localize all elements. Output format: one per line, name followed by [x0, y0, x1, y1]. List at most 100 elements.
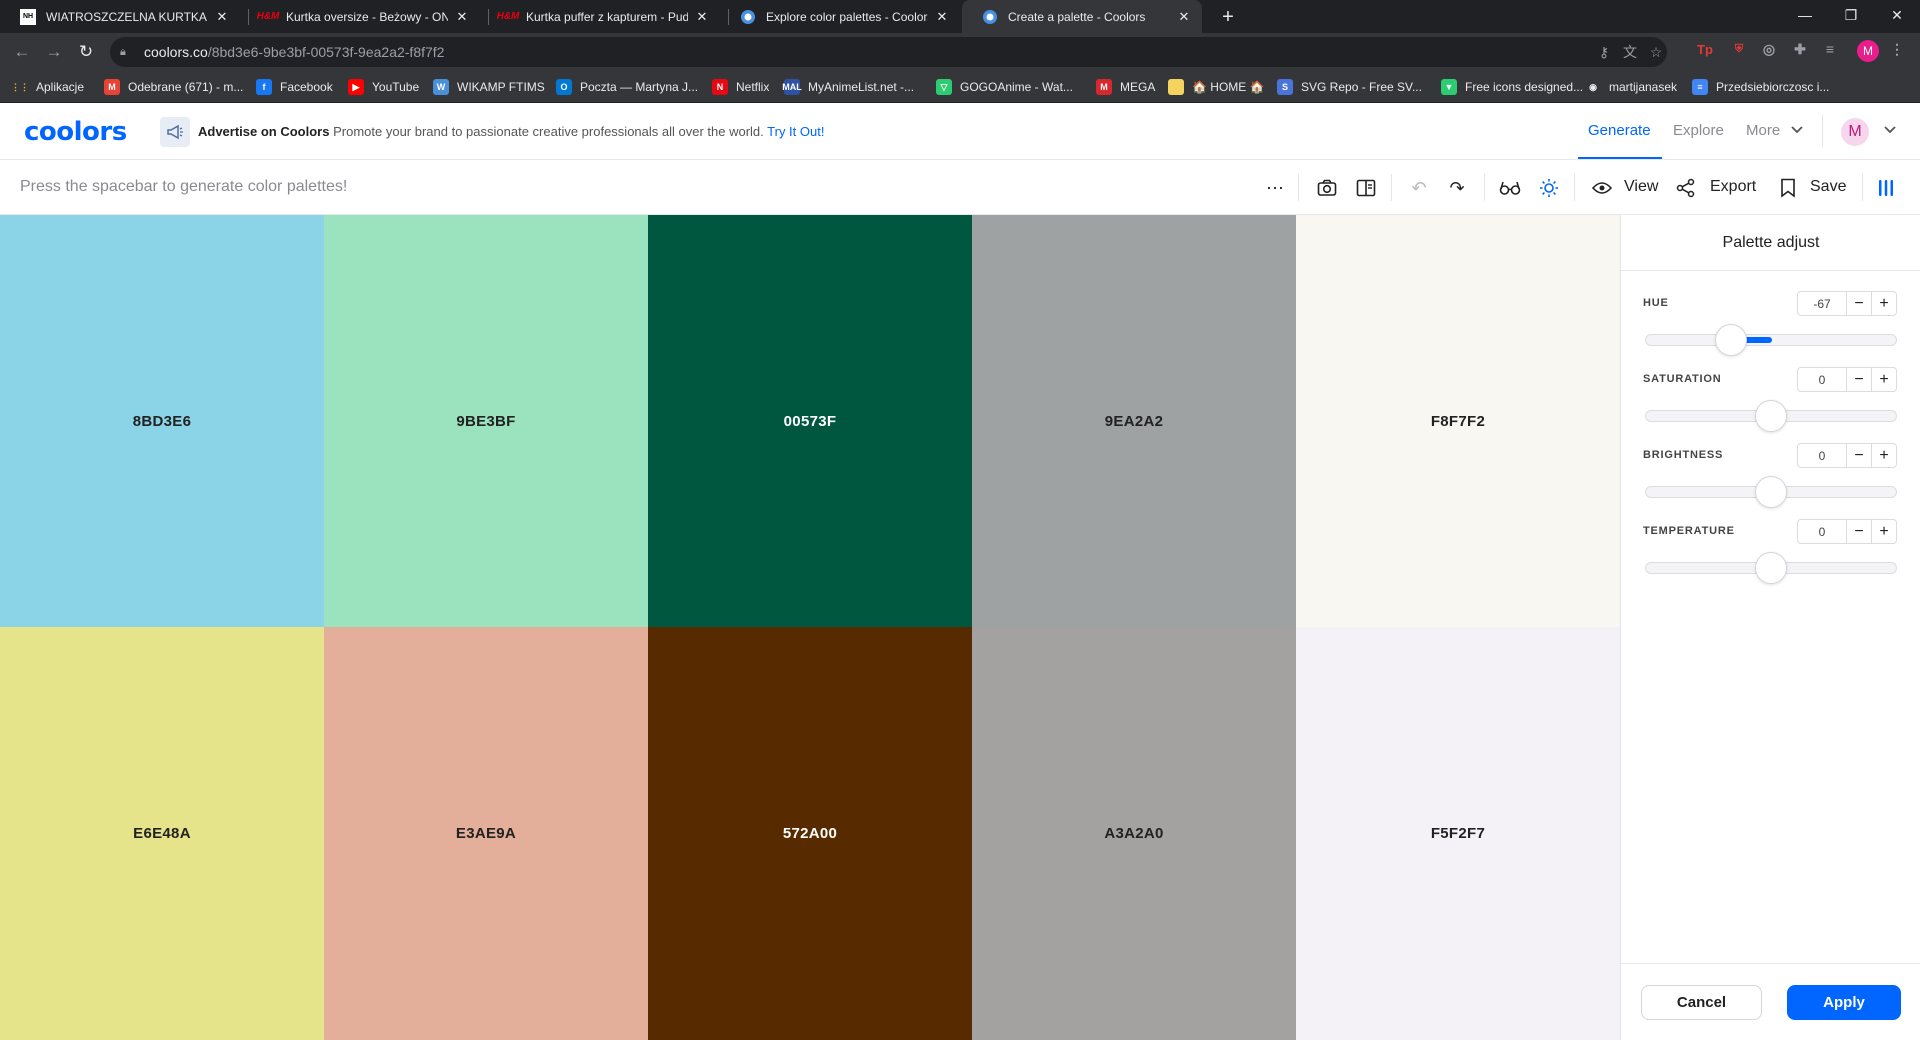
account-chevron-down-icon[interactable]	[1884, 123, 1896, 137]
address-bar[interactable]: 🔒︎ coolors.co/8bd3e6-9be3bf-00573f-9ea2a…	[110, 37, 1667, 67]
restore-icon[interactable]: ❐	[1828, 0, 1874, 30]
bookmark-item[interactable]: M MEGA	[1096, 77, 1155, 97]
color-swatch[interactable]: 00573F	[648, 215, 972, 627]
extension-circle-icon[interactable]: ◎	[1758, 38, 1780, 60]
close-window-icon[interactable]: ✕	[1874, 0, 1920, 30]
browser-tab[interactable]: H&M Kurtka puffer z kapturem - Pudro ✕	[480, 0, 720, 33]
swatch-hex-label[interactable]: E3AE9A	[456, 825, 516, 842]
bookmark-item[interactable]: N Netflix	[712, 77, 769, 97]
adjust-value-input[interactable]: 0	[1797, 519, 1847, 544]
color-swatch[interactable]: F8F7F2	[1296, 215, 1620, 627]
plus-icon[interactable]: +	[1871, 443, 1897, 468]
browser-tab[interactable]: H&M Kurtka oversize - Beżowy - ONA ✕	[240, 0, 480, 33]
palette-columns-icon[interactable]	[1872, 174, 1900, 202]
nav-explore[interactable]: Explore	[1673, 122, 1724, 139]
close-icon[interactable]: ✕	[694, 9, 710, 25]
bookmark-item[interactable]: M Odebrane (671) - m...	[104, 77, 243, 97]
browser-tab-active[interactable]: Create a palette - Coolors ✕	[962, 0, 1202, 33]
view-button[interactable]: View	[1624, 178, 1658, 196]
bookmark-item[interactable]: S SVG Repo - Free SV...	[1277, 77, 1422, 97]
bookmark-item[interactable]: ◉ martijanasek	[1585, 77, 1677, 97]
export-button[interactable]: Export	[1710, 178, 1756, 196]
bookmark-item[interactable]: ▽ GOGOAnime - Wat...	[936, 77, 1073, 97]
swatch-hex-label[interactable]: E6E48A	[133, 825, 191, 842]
close-icon[interactable]: ✕	[1176, 9, 1192, 25]
swatch-hex-label[interactable]: F8F7F2	[1431, 413, 1485, 430]
bookmark-item[interactable]: ⋮⋮ Aplikacje	[11, 77, 84, 97]
bookmark-item[interactable]: W WIKAMP FTIMS	[433, 77, 545, 97]
bookmark-item[interactable]: ▼ Free icons designed...	[1441, 77, 1583, 97]
new-tab-button[interactable]: +	[1215, 4, 1241, 30]
translate-icon[interactable]: 文	[1621, 43, 1639, 61]
swatch-hex-label[interactable]: A3A2A0	[1104, 825, 1163, 842]
cancel-button[interactable]: Cancel	[1641, 985, 1762, 1020]
save-button[interactable]: Save	[1810, 178, 1846, 196]
color-swatch[interactable]: 9BE3BF	[324, 215, 648, 627]
swatch-hex-label[interactable]: 572A00	[783, 825, 837, 842]
bookmark-item[interactable]: ▶ YouTube	[348, 77, 419, 97]
minimize-icon[interactable]: —	[1782, 0, 1828, 30]
color-swatch[interactable]: E3AE9A	[324, 627, 648, 1040]
back-icon[interactable]: ←	[8, 38, 36, 66]
share-icon[interactable]	[1672, 174, 1700, 202]
color-swatch[interactable]: A3A2A0	[972, 627, 1296, 1040]
apply-button[interactable]: Apply	[1787, 985, 1901, 1020]
sun-adjust-icon[interactable]	[1535, 174, 1563, 202]
adjust-value-input[interactable]: 0	[1797, 443, 1847, 468]
nav-generate[interactable]: Generate	[1588, 122, 1651, 139]
bookmark-item[interactable]: f Facebook	[256, 77, 333, 97]
bookmark-item[interactable]: MAL MyAnimeList.net -...	[782, 77, 914, 97]
extension-tp-icon[interactable]: Tp	[1694, 38, 1716, 60]
redo-icon[interactable]: ↷	[1443, 174, 1471, 202]
adjust-slider-knob[interactable]	[1755, 400, 1787, 432]
color-swatch[interactable]: 572A00	[648, 627, 972, 1040]
bookmark-icon[interactable]	[1774, 174, 1802, 202]
swatch-hex-label[interactable]: 9BE3BF	[456, 413, 515, 430]
browser-tab[interactable]: NH WIATROSZCZELNA KURTKA PUCH ✕	[0, 0, 240, 33]
color-swatch[interactable]: F5F2F7	[1296, 627, 1620, 1040]
forward-icon[interactable]: →	[40, 38, 68, 66]
more-options-icon[interactable]: ⋯	[1261, 174, 1289, 202]
swatch-hex-label[interactable]: 9EA2A2	[1105, 413, 1164, 430]
close-icon[interactable]: ✕	[934, 9, 950, 25]
minus-icon[interactable]: −	[1846, 443, 1872, 468]
minus-icon[interactable]: −	[1846, 291, 1872, 316]
adjust-value-input[interactable]: -67	[1797, 291, 1847, 316]
extension-ublock-icon[interactable]: ⛨	[1728, 38, 1750, 60]
close-icon[interactable]: ✕	[214, 9, 230, 25]
browser-profile-avatar[interactable]: M	[1857, 40, 1879, 62]
user-avatar[interactable]: M	[1841, 118, 1869, 146]
reload-icon[interactable]: ↻	[72, 38, 100, 66]
swatch-hex-label[interactable]: F5F2F7	[1431, 825, 1485, 842]
minus-icon[interactable]: −	[1846, 519, 1872, 544]
bookmark-star-icon[interactable]: ☆	[1647, 43, 1665, 61]
nav-more[interactable]: More	[1746, 122, 1780, 139]
camera-icon[interactable]	[1313, 174, 1341, 202]
reading-list-icon[interactable]: ≡	[1819, 38, 1841, 60]
adjust-value-input[interactable]: 0	[1797, 367, 1847, 392]
key-icon[interactable]: ⚷	[1595, 43, 1613, 61]
panel-layout-icon[interactable]	[1352, 174, 1380, 202]
browser-menu-icon[interactable]: ⋮	[1886, 38, 1908, 60]
minus-icon[interactable]: −	[1846, 367, 1872, 392]
bookmark-item[interactable]: O Poczta — Martyna J...	[556, 77, 698, 97]
eye-icon[interactable]	[1588, 174, 1616, 202]
plus-icon[interactable]: +	[1871, 367, 1897, 392]
bookmark-item[interactable]: 🏠 HOME 🏠	[1168, 77, 1265, 97]
swatch-hex-label[interactable]: 00573F	[784, 413, 837, 430]
close-icon[interactable]: ✕	[454, 9, 470, 25]
plus-icon[interactable]: +	[1871, 519, 1897, 544]
bookmark-item[interactable]: ≡ Przedsiebiorczosc i...	[1692, 77, 1829, 97]
adjust-slider-track[interactable]	[1645, 334, 1897, 346]
color-swatch[interactable]: 9EA2A2	[972, 215, 1296, 627]
swatch-hex-label[interactable]: 8BD3E6	[133, 413, 192, 430]
browser-tab[interactable]: Explore color palettes - Coolors ✕	[720, 0, 960, 33]
glasses-icon[interactable]	[1496, 174, 1524, 202]
color-swatch[interactable]: E6E48A	[0, 627, 324, 1040]
coolors-logo[interactable]: coolors	[24, 117, 127, 147]
color-swatch[interactable]: 8BD3E6	[0, 215, 324, 627]
try-it-out-link[interactable]: Try It Out!	[767, 124, 824, 139]
adjust-slider-knob[interactable]	[1755, 476, 1787, 508]
adjust-slider-knob[interactable]	[1714, 324, 1747, 356]
undo-icon[interactable]: ↶	[1405, 174, 1433, 202]
